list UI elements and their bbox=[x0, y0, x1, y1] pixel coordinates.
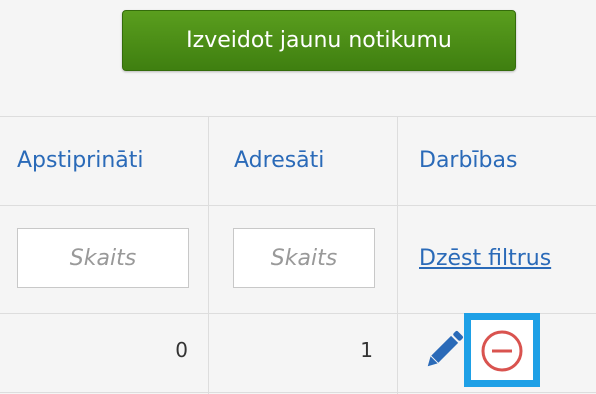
recipients-count-cell: 1 bbox=[360, 338, 373, 362]
recipients-count-filter-input[interactable] bbox=[233, 228, 375, 288]
create-event-button[interactable]: Izveidot jaunu notikumu bbox=[122, 10, 516, 71]
events-page: Izveidot jaunu notikumu Apstiprināti Adr… bbox=[0, 0, 596, 394]
events-table: Apstiprināti Adresāti Darbības Dzēst fil… bbox=[0, 116, 596, 394]
delete-button[interactable] bbox=[464, 313, 540, 387]
pencil-icon[interactable] bbox=[420, 326, 468, 374]
minus-circle-icon bbox=[481, 330, 523, 372]
confirmed-count-cell: 0 bbox=[175, 338, 188, 362]
clear-filters-link[interactable]: Dzēst filtrus bbox=[419, 229, 551, 289]
column-header-confirmed[interactable]: Apstiprināti bbox=[17, 116, 144, 205]
table-bottom-border bbox=[0, 392, 596, 393]
column-header-recipients[interactable]: Adresāti bbox=[234, 116, 324, 205]
header-divider bbox=[0, 205, 596, 206]
column-header-actions: Darbības bbox=[419, 148, 518, 173]
confirmed-count-filter-input[interactable] bbox=[17, 228, 189, 288]
column-divider bbox=[397, 116, 398, 394]
